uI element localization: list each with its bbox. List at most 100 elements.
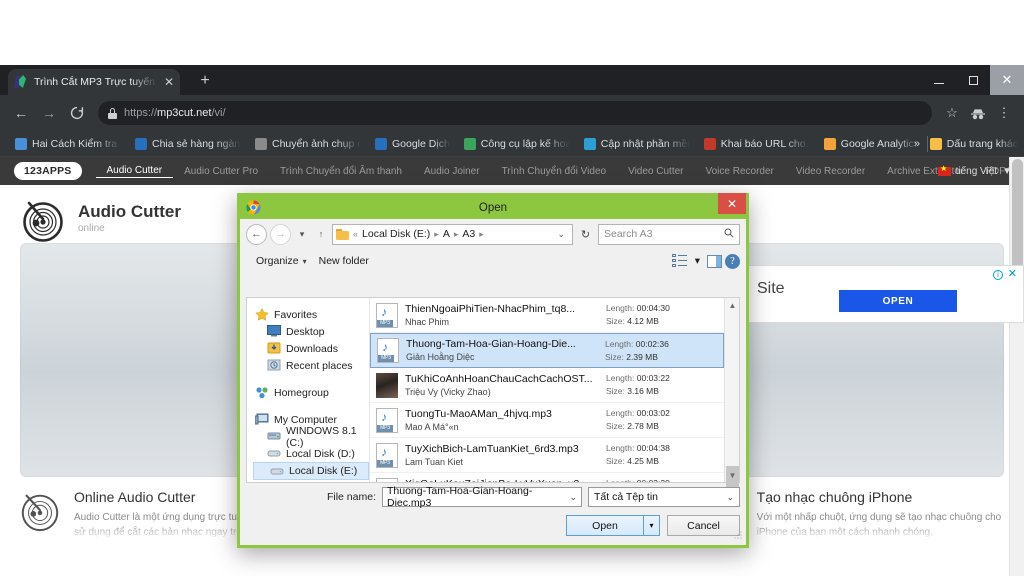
nav-audio-joiner[interactable]: Audio Joiner (413, 166, 491, 177)
preview-pane-icon[interactable] (707, 254, 722, 268)
forward-button[interactable]: → (36, 100, 62, 126)
other-bookmarks-item[interactable]: Dấu trang khác (929, 137, 1018, 150)
dialog-up-button[interactable]: ↑ (313, 224, 329, 245)
dialog-forward-button[interactable]: → (270, 223, 291, 245)
size-label: Size: (605, 351, 624, 362)
bookmark-item[interactable]: Google Dịch (368, 134, 457, 154)
bookmark-item[interactable]: Cập nhật phần mềm (577, 134, 697, 154)
site-logo[interactable]: 123APPS (14, 162, 82, 180)
bookmark-item[interactable]: Hai Cách Kiểm tra Đi (8, 134, 128, 154)
open-file-dialog: Open ✕ ← → ▾ ↑ « Local Disk (E:) ▸ A ▸ A… (237, 193, 749, 548)
nav-voice-recorder[interactable]: Voice Recorder (694, 166, 784, 177)
organize-button[interactable]: Organize ▾ (250, 255, 313, 267)
nav-video-recorder[interactable]: Video Recorder (785, 166, 876, 177)
nav-item-homegroup[interactable]: Homegroup (251, 384, 369, 401)
nav-item-local-disk-e[interactable]: Local Disk (E:) (253, 462, 369, 480)
table-row[interactable]: ♪ MP3 ThienNgoaiPhiTien-NhacPhim_tq8... N… (370, 298, 724, 333)
folder-icon (336, 228, 349, 240)
search-input[interactable]: Search A3 (598, 223, 740, 245)
reload-button[interactable] (64, 100, 90, 126)
scroll-up-icon[interactable]: ▲ (725, 298, 740, 312)
nav-audio-cutter[interactable]: Audio Cutter (95, 165, 174, 178)
window-maximize-button[interactable] (956, 65, 990, 95)
ad-text: Site (757, 280, 785, 297)
file-artist: Nhac Phim (405, 316, 450, 327)
file-type-select[interactable]: Tất cả Tệp tin ⌄ (588, 487, 740, 507)
breadcrumb-part-2[interactable]: A3 (462, 228, 475, 240)
ad-open-button[interactable]: OPEN (839, 290, 957, 312)
bookmark-item[interactable]: Khai báo URL cho... (697, 134, 817, 154)
view-list-icon[interactable] (671, 254, 688, 268)
window-minimize-button[interactable] (922, 65, 956, 95)
page-scrollbar[interactable] (1009, 157, 1024, 576)
open-button[interactable]: Open (566, 515, 644, 536)
chevron-down-icon[interactable]: ⌄ (726, 492, 734, 503)
table-row[interactable]: ♪ MP3 TuyXichBich-LamTuanKiet_6rd3.mp3 La… (370, 438, 724, 473)
scroll-down-icon[interactable]: ▼ (725, 468, 740, 482)
breadcrumb[interactable]: « Local Disk (E:) ▸ A ▸ A3 ▸ ⌄ (332, 223, 573, 245)
bookmark-favicon-icon (583, 137, 596, 150)
incognito-icon[interactable] (966, 101, 990, 125)
nav-item-downloads[interactable]: Downloads (251, 340, 369, 357)
nav-item-desktop[interactable]: Desktop (251, 323, 369, 340)
vinyl-record-icon (21, 494, 59, 532)
open-split-button[interactable]: ▾ (644, 515, 660, 536)
nav-audio-cutter-pro[interactable]: Audio Cutter Pro (173, 166, 269, 177)
organize-label: Organize (256, 255, 299, 267)
bookmark-item[interactable]: Chuyển ảnh chụp chà (248, 134, 368, 154)
search-icon (724, 228, 734, 241)
bookmarks-overflow-icon[interactable]: » (914, 138, 920, 150)
view-chevron-down-icon[interactable]: ▾ (691, 255, 704, 267)
table-row[interactable]: ♪ MP3 Thuong-Tam-Hoa-Gian-Hoang-Die... Gi… (370, 333, 724, 368)
nav-item-recent-places[interactable]: Recent places (251, 357, 369, 374)
nav-item-windows-c[interactable]: WINDOWS 8.1 (C:) (251, 425, 369, 449)
breadcrumb-part-1[interactable]: A (443, 228, 450, 240)
dialog-refresh-button[interactable]: ↻ (576, 224, 595, 245)
address-bar[interactable]: https://mp3cut.net/vi/ (98, 101, 932, 125)
bookmark-favicon-icon (463, 137, 476, 150)
back-button[interactable]: ← (8, 100, 34, 126)
dialog-back-button[interactable]: ← (246, 223, 267, 245)
window-close-button[interactable]: ✕ (990, 65, 1024, 95)
table-row[interactable]: ♪ MP3 TuongTu-MaoAMan_4hjvq.mp3 Mao A Má°… (370, 403, 724, 438)
browser-menu-icon[interactable]: ⋮ (992, 101, 1016, 125)
bookmarks-separator (927, 136, 928, 152)
new-folder-button[interactable]: New folder (313, 255, 375, 267)
breadcrumb-dropdown-icon[interactable]: ⌄ (553, 229, 569, 240)
bookmark-item[interactable]: Google Analytics (817, 134, 926, 154)
resize-grip-icon[interactable] (733, 530, 743, 540)
nav-item-local-disk-d[interactable]: Local Disk (D:) (251, 445, 369, 462)
browser-tab[interactable]: Trình Cắt MP3 Trực tuyến - Cắt B ✕ (8, 69, 180, 95)
file-list-scrollbar[interactable]: ▲ ▼ (724, 298, 740, 498)
ad-info-icon[interactable]: i (993, 270, 1003, 280)
table-row[interactable]: TuKhiCoAnhHoanChauCachCachOST... Triệu V… (370, 368, 724, 403)
file-length: 00:03:30 (637, 478, 670, 482)
language-selector[interactable]: tiếng Việt ▼ (937, 164, 1012, 177)
star-icon (255, 307, 269, 321)
help-icon[interactable]: ? (725, 253, 740, 269)
file-artist: Lam Tuan Kiet (405, 456, 464, 467)
dialog-close-button[interactable]: ✕ (718, 193, 746, 214)
tab-close-icon[interactable]: ✕ (164, 76, 174, 88)
harddrive-icon (267, 430, 281, 443)
file-name: Thuong-Tam-Hoa-Gian-Hoang-Die... (406, 338, 576, 350)
cancel-button[interactable]: Cancel (667, 515, 740, 536)
table-row[interactable]: ♪MP3 XiaGeLuKouZaiJianBa-LyVuXuan_v3... … (370, 473, 724, 482)
ad-close-icon[interactable]: ✕ (1008, 269, 1017, 280)
file-name-input[interactable]: Thuong-Tam-Hoa-Gian-Hoang-Diec.mp3 ⌄ (382, 485, 582, 509)
bookmark-item[interactable]: Công cụ lập kế hoạc (457, 134, 577, 154)
bookmark-item[interactable]: Chia sẻ hàng ngàn fo (128, 134, 248, 154)
vietnam-flag-icon (937, 164, 951, 176)
bookmark-star-icon[interactable]: ☆ (940, 101, 964, 125)
dialog-history-dropdown-icon[interactable]: ▾ (294, 224, 310, 245)
nav-video-cutter[interactable]: Video Cutter (617, 166, 694, 177)
dialog-titlebar[interactable]: Open ✕ (240, 193, 746, 219)
nav-video-converter[interactable]: Trình Chuyển đổi Video (491, 166, 618, 177)
nav-audio-converter[interactable]: Trình Chuyển đổi Âm thanh (269, 166, 413, 177)
url-scheme: https:// (124, 107, 158, 119)
nav-item-favorites[interactable]: Favorites (251, 306, 369, 323)
new-tab-button[interactable]: + (196, 72, 214, 90)
chevron-down-icon[interactable]: ⌄ (569, 492, 577, 503)
bookmark-favicon-icon (135, 137, 147, 150)
breadcrumb-part-0[interactable]: Local Disk (E:) (362, 228, 430, 240)
